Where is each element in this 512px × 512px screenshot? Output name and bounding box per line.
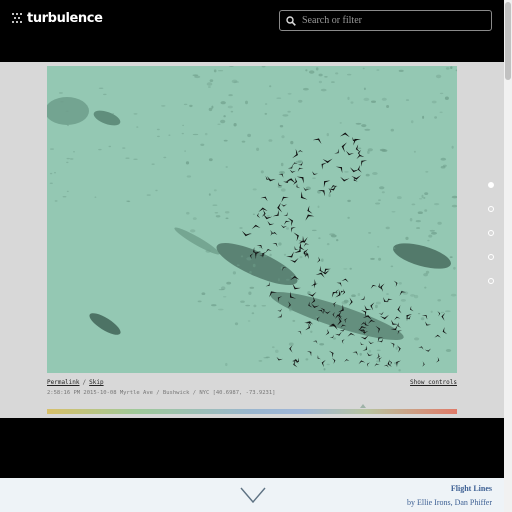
logo-mark-icon [12,13,23,24]
skip-link[interactable]: Skip [89,379,103,386]
next-post-authors: by Ellie Irons, Dan Phiffer [407,498,492,507]
timeline-bar[interactable] [47,404,457,414]
logo-text: turbulence [27,11,103,26]
page-scrollbar[interactable] [504,0,512,512]
logo[interactable]: turbulence [12,11,103,26]
pager-dot[interactable] [488,182,494,188]
pager-dot[interactable] [488,230,494,236]
show-controls-link[interactable]: Show controls [410,379,457,386]
top-bar: turbulence [0,0,504,62]
frame-links: Permalink / Skip [47,379,104,386]
search-icon [286,15,296,26]
pager-dot[interactable] [488,254,494,260]
chevron-down-icon[interactable] [240,486,266,504]
capture-metadata: 2:58:16 PM 2015-10-08 Myrtle Ave / Bushw… [47,390,276,396]
black-band [0,418,504,478]
main-viewer: Permalink / Skip Show controls 2:58:16 PM … [0,62,504,418]
next-post-title[interactable]: Flight Lines [451,484,492,493]
link-separator: / [82,379,87,386]
permalink-link[interactable]: Permalink [47,379,80,386]
murmuration-scene [47,66,457,372]
search-input[interactable] [302,15,482,26]
video-frame[interactable] [47,66,457,373]
search-box[interactable] [279,10,492,31]
pager-dot[interactable] [488,278,494,284]
pager-dot[interactable] [488,206,494,212]
scrollbar-thumb[interactable] [505,2,511,80]
timeline-marker[interactable] [359,404,366,408]
next-post-footer: Flight Lines by Ellie Irons, Dan Phiffer [0,478,504,512]
